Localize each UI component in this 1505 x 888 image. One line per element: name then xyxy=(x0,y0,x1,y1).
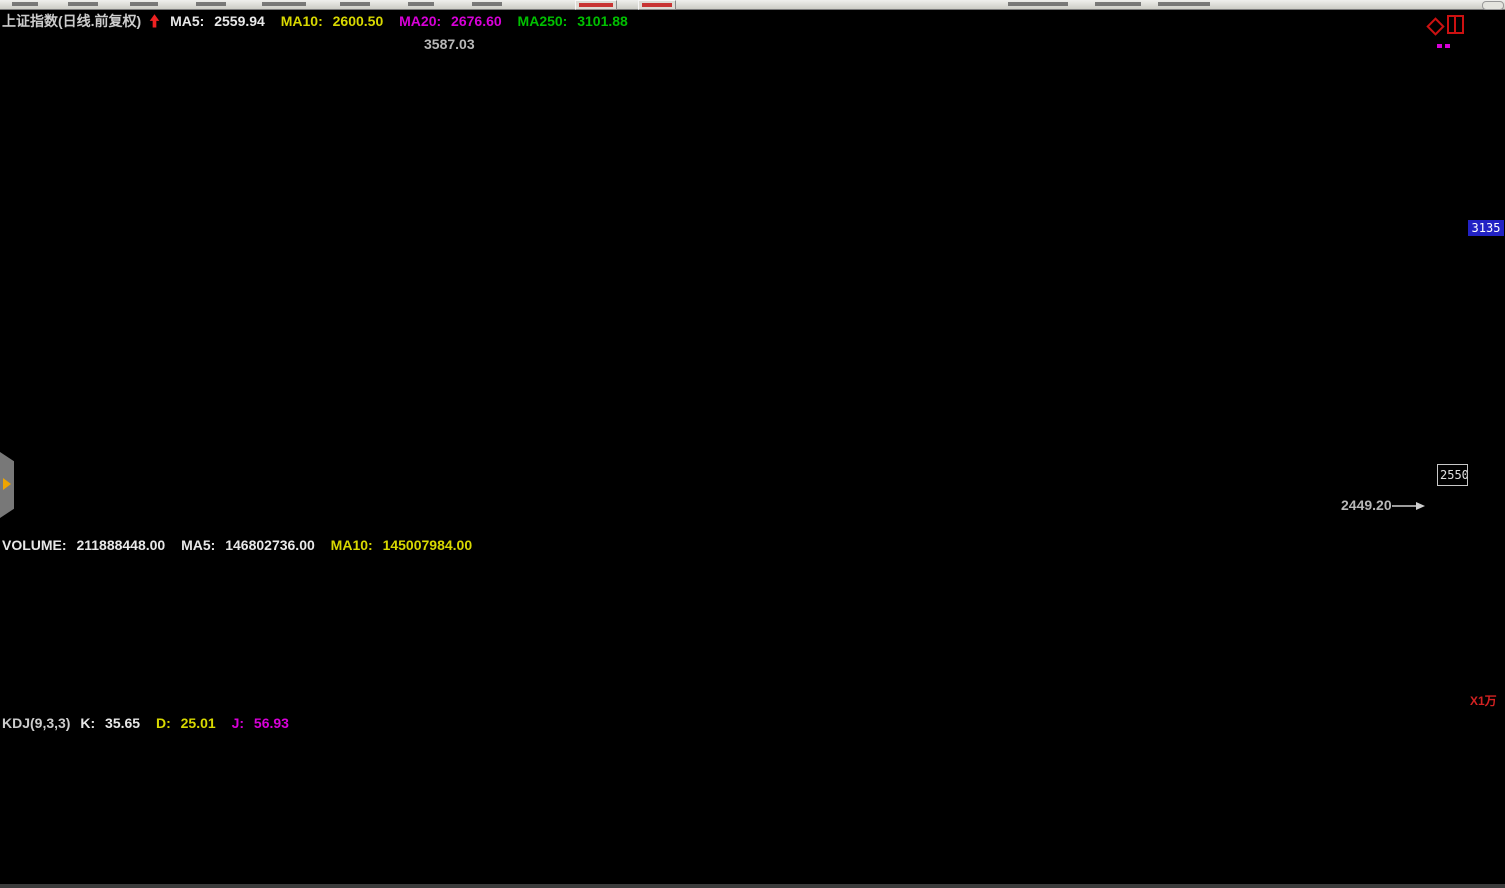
menu-item-fragment[interactable] xyxy=(196,2,226,6)
ma20-label: MA20: 2676.60 xyxy=(399,13,508,29)
ma5-label: MA5: 2559.94 xyxy=(170,13,271,29)
menu-item-fragment[interactable] xyxy=(262,2,306,6)
chart-canvas[interactable] xyxy=(0,0,1505,888)
magenta-dot-icon xyxy=(1437,44,1442,48)
volume-ma5-label: MA5: 146802736.00 xyxy=(181,537,321,553)
volume-unit-label: X1万 xyxy=(1470,692,1497,709)
menu-item-fragment[interactable] xyxy=(68,2,98,6)
low-price-text: 2449.20 xyxy=(1341,497,1392,513)
volume-header: VOLUME: 211888448.00 MA5: 146802736.00 M… xyxy=(2,537,484,553)
menu-item-fragment[interactable] xyxy=(12,2,38,6)
kdj-k-label: K: 35.65 xyxy=(80,715,146,731)
ma10-label: MA10: 2600.50 xyxy=(281,13,390,29)
ma250-label: MA250: 3101.88 xyxy=(518,13,634,29)
menu-item-fragment[interactable] xyxy=(472,2,502,6)
menu-item-fragment[interactable] xyxy=(1158,2,1210,6)
volume-ma10-label: MA10: 145007984.00 xyxy=(331,537,478,553)
kdj-header: KDJ(9,3,3) K: 35.65 D: 25.01 J: 56.93 xyxy=(2,715,301,731)
kdj-d-label: D: 25.01 xyxy=(156,715,222,731)
kdj-j-label: J: 56.93 xyxy=(232,715,295,731)
split-window-icon[interactable] xyxy=(1447,15,1464,34)
panel-expander[interactable] xyxy=(0,452,14,518)
peak-price-label: 3587.03 xyxy=(424,36,475,52)
buy-button[interactable] xyxy=(575,0,617,10)
menu-item-fragment[interactable] xyxy=(1095,2,1141,6)
top-menu-strip xyxy=(0,0,1505,10)
menu-item-fragment[interactable] xyxy=(408,2,434,6)
last-price-box: 2550 xyxy=(1437,464,1468,486)
sell-button[interactable] xyxy=(638,0,676,10)
kdj-indicator-label: KDJ(9,3,3) xyxy=(2,715,70,731)
trading-app-window: { "top_strip": { "buttons": [ {"name": "… xyxy=(0,0,1505,888)
axis-price-highlight: 3135 xyxy=(1468,220,1504,236)
volume-label: VOLUME: 211888448.00 xyxy=(2,537,171,553)
symbol-title: 上证指数(日线.前复权) xyxy=(2,13,141,29)
menu-item-fragment[interactable] xyxy=(1008,2,1068,6)
bottom-strip xyxy=(0,884,1505,888)
low-price-label: 2449.20 xyxy=(1341,497,1426,513)
up-arrow-icon xyxy=(149,13,160,31)
main-chart-header: 上证指数(日线.前复权) MA5: 2559.94 MA10: 2600.50 … xyxy=(2,11,640,31)
menu-item-fragment[interactable] xyxy=(340,2,370,6)
menu-item-fragment[interactable] xyxy=(130,2,158,6)
low-pointer-arrow-icon xyxy=(1392,501,1426,511)
expand-right-icon xyxy=(3,478,11,490)
window-control-pill[interactable] xyxy=(1482,1,1504,10)
magenta-dot-icon xyxy=(1445,44,1450,48)
